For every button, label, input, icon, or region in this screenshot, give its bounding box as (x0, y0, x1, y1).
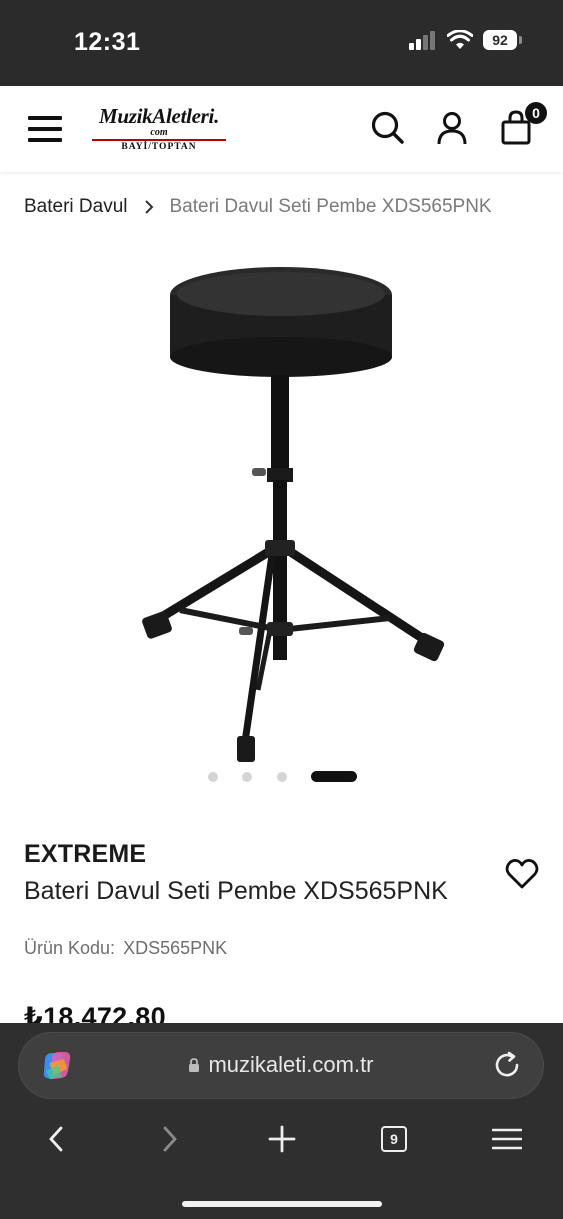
site-logo[interactable]: MuzikAletleri. com BAYİ/TOPTAN (86, 104, 232, 158)
carousel-dot-3[interactable] (277, 772, 287, 782)
tab-count: 9 (381, 1126, 407, 1152)
carousel-dot-4[interactable] (311, 771, 357, 782)
browser-menu-icon[interactable] (487, 1119, 527, 1159)
signal-icon (409, 31, 435, 50)
menu-icon[interactable] (28, 116, 62, 142)
breadcrumb-link-category[interactable]: Bateri Davul (24, 196, 128, 218)
breadcrumb-current: Bateri Davul Seti Pembe XDS565PNK (169, 196, 492, 217)
product-brand[interactable]: EXTREME (24, 840, 146, 869)
logo-com-text: com (150, 127, 168, 138)
logo-underline (92, 139, 226, 141)
status-icons: 92 (409, 30, 522, 50)
url-display[interactable]: muzikaleti.com.tr (18, 1052, 544, 1079)
lock-icon (188, 1053, 200, 1079)
sku-value: XDS565PNK (123, 938, 228, 958)
browser-toolbar: muzikaleti.com.tr 9 (0, 1023, 563, 1219)
status-time: 12:31 (74, 28, 141, 56)
reload-icon[interactable] (492, 1050, 522, 1080)
wifi-icon (447, 30, 473, 49)
carousel-dots (0, 770, 563, 784)
search-icon[interactable] (368, 108, 408, 148)
tabs-button[interactable]: 9 (374, 1119, 414, 1159)
cart-icon[interactable]: 0 (497, 102, 547, 148)
logo-main-text: MuzikAletleri. (98, 104, 220, 128)
battery-icon: 92 (483, 30, 522, 50)
back-icon[interactable] (36, 1119, 76, 1159)
new-tab-icon[interactable] (262, 1119, 302, 1159)
product-title: Bateri Davul Seti Pembe XDS565PNK (24, 877, 448, 905)
battery-level: 92 (492, 32, 508, 48)
site-header: MuzikAletleri. com BAYİ/TOPTAN 0 (0, 86, 563, 172)
home-indicator[interactable] (182, 1201, 382, 1207)
browser-nav-row: 9 (0, 1119, 563, 1159)
chevron-right-icon (128, 199, 170, 215)
sku-label: Ürün Kodu: (24, 938, 116, 958)
product-image[interactable] (120, 250, 460, 770)
product-sku: Ürün Kodu: XDS565PNK (24, 938, 227, 959)
carousel-dot-2[interactable] (242, 772, 252, 782)
status-bar: 12:31 92 (0, 0, 563, 86)
account-icon[interactable] (432, 108, 472, 148)
cart-count-badge: 0 (525, 102, 547, 124)
breadcrumb: Bateri Davul Bateri Davul Seti Pembe XDS… (24, 196, 492, 218)
address-bar[interactable]: muzikaleti.com.tr (18, 1032, 544, 1099)
logo-subtitle: BAYİ/TOPTAN (121, 142, 197, 152)
heart-icon[interactable] (505, 858, 539, 890)
forward-icon[interactable] (150, 1119, 190, 1159)
url-text: muzikaleti.com.tr (208, 1052, 374, 1077)
carousel-dot-1[interactable] (208, 772, 218, 782)
